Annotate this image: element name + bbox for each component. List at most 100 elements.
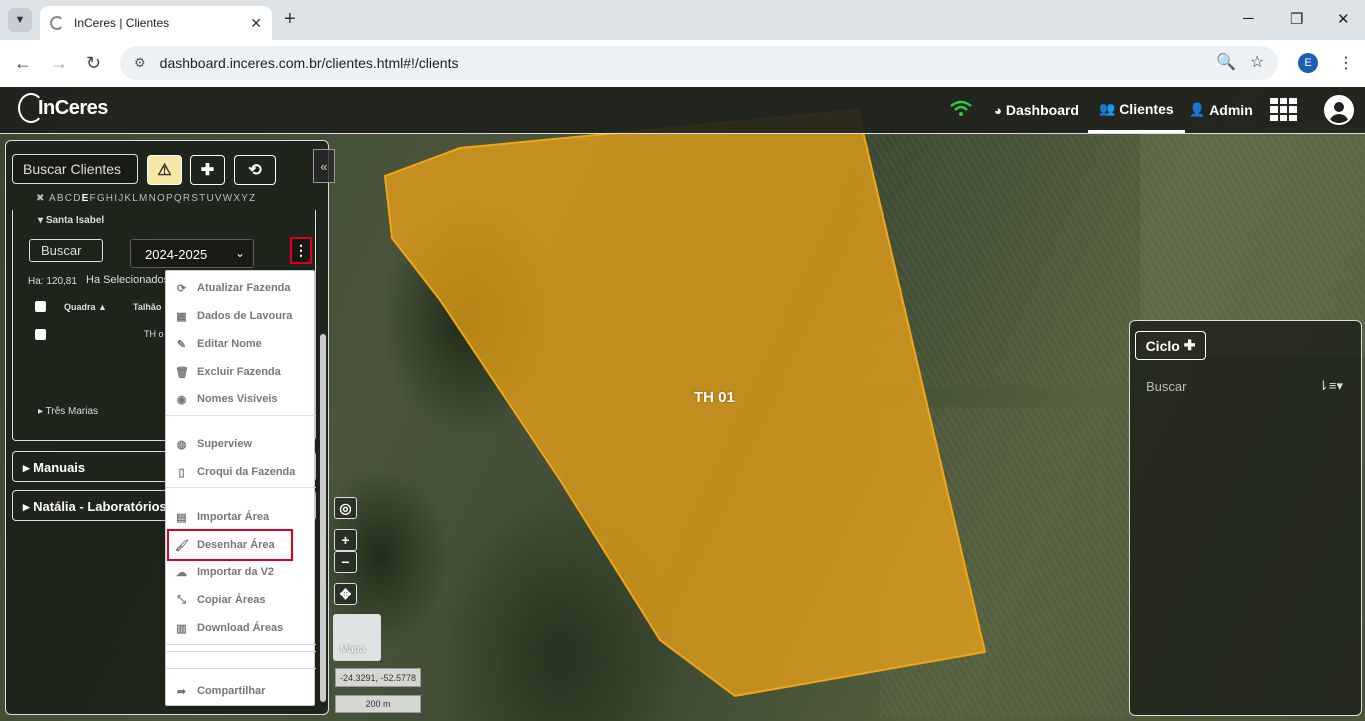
menu-item-croqui-da-fazenda[interactable]: ▯ Croqui da Fazenda bbox=[166, 460, 316, 484]
menu-item-superview[interactable]: ◍ Superview bbox=[166, 432, 316, 456]
row-checkbox[interactable] bbox=[35, 329, 46, 340]
user-account-icon[interactable] bbox=[1324, 95, 1354, 125]
refresh-icon: ⟳ bbox=[176, 282, 187, 295]
letter-filter[interactable]: G bbox=[97, 193, 106, 204]
menu-item-label: Compartilhar bbox=[197, 685, 266, 697]
chevron-down-icon: ⌄ bbox=[234, 246, 245, 260]
row-talhao: TH o bbox=[144, 329, 164, 339]
menu-item-compartilhar[interactable]: ➦ Compartilhar bbox=[166, 679, 316, 703]
app-navbar: InCeres ◕ Dashboard 👥 Clientes 👤 Admin bbox=[0, 87, 1365, 134]
menu-item-label: Nomes Visíveis bbox=[197, 393, 278, 405]
cycle-search-input[interactable]: Buscar bbox=[1146, 379, 1186, 394]
plus-icon: ✚ bbox=[200, 162, 215, 179]
nav-admin[interactable]: 👤 Admin bbox=[1189, 87, 1253, 133]
letter-filter[interactable]: U bbox=[206, 193, 214, 204]
add-cycle-button[interactable]: Ciclo ✚ bbox=[1135, 331, 1206, 360]
menu-item-desenhar-area[interactable]: 🖌 Desenhar Área bbox=[167, 529, 293, 561]
superview-icon: ◍ bbox=[176, 438, 187, 451]
user-plus-icon: 👤 bbox=[1189, 102, 1206, 117]
menu-item-label: Dados de Lavoura bbox=[197, 310, 293, 322]
compass-icon: ◎ bbox=[339, 499, 352, 516]
menu-item-label: Importar da V2 bbox=[197, 566, 275, 578]
letter-filter[interactable]: A bbox=[49, 193, 57, 204]
menu-item-atualizar-fazenda[interactable]: ⟳ Atualizar Fazenda bbox=[166, 276, 316, 300]
farm-options-menu: ⟳ Atualizar Fazenda ▦ Dados de Lavoura ✎ Edit… bbox=[165, 270, 316, 706]
col-talhao[interactable]: Talhão bbox=[133, 302, 161, 312]
season-select[interactable]: 2024-2025 ⌄ bbox=[130, 239, 254, 268]
farm-options-button[interactable]: ⋮ bbox=[290, 237, 312, 264]
letter-filter[interactable]: Q bbox=[174, 193, 183, 204]
sidebar-scrollbar[interactable] bbox=[320, 334, 326, 702]
letter-filter[interactable]: F bbox=[90, 193, 97, 204]
refresh-clients-button[interactable]: ⟲ bbox=[234, 155, 276, 185]
farm-search-input[interactable]: Buscar bbox=[29, 239, 103, 262]
zoom-out-button[interactable]: − bbox=[334, 551, 357, 573]
file-import-icon: ▤ bbox=[176, 511, 187, 524]
warning-icon: ⚠ bbox=[157, 162, 172, 179]
pencil-icon: ✎ bbox=[176, 338, 187, 351]
letter-filter[interactable]: R bbox=[183, 193, 191, 204]
alert-button[interactable]: ⚠ bbox=[147, 155, 182, 185]
letter-filter[interactable]: O bbox=[157, 193, 166, 204]
zoom-in-button[interactable]: + bbox=[334, 529, 357, 551]
menu-separator bbox=[166, 651, 316, 652]
menu-item-dados-de-lavoura[interactable]: ▦ Dados de Lavoura bbox=[166, 304, 316, 328]
cloud-upload-icon: ☁ bbox=[176, 566, 187, 579]
menu-item-label: Excluir Fazenda bbox=[197, 366, 281, 378]
menu-item-editar-nome[interactable]: ✎ Editar Nome bbox=[166, 332, 316, 356]
menu-item-copiar-areas[interactable]: ⤡ Copiar Áreas bbox=[166, 588, 316, 612]
scale-bar: 200 m bbox=[335, 695, 421, 713]
letter-filter[interactable]: W bbox=[223, 193, 234, 204]
sync-icon: ⟲ bbox=[248, 162, 262, 179]
menu-separator bbox=[166, 644, 316, 645]
letter-filter[interactable]: E bbox=[82, 193, 90, 204]
letter-filter[interactable]: Y bbox=[241, 193, 249, 204]
pan-button[interactable]: ✥ bbox=[334, 583, 357, 605]
compress-icon: ⤡ bbox=[177, 593, 186, 606]
sort-icon[interactable]: ⇂≡▾ bbox=[1318, 378, 1343, 394]
letter-filter[interactable]: V bbox=[215, 193, 223, 204]
move-arrows-icon: ✥ bbox=[339, 585, 352, 602]
menu-item-label: Download Áreas bbox=[197, 622, 284, 634]
menu-item-nomes-visiveis[interactable]: ◉ Nomes Visíveis bbox=[166, 387, 316, 411]
menu-item-label: Copiar Áreas bbox=[197, 594, 266, 606]
nav-dashboard[interactable]: ◕ Dashboard bbox=[994, 87, 1079, 133]
nav-clientes[interactable]: 👥 Clientes bbox=[1088, 87, 1185, 133]
eye-icon: ◉ bbox=[176, 393, 187, 406]
compass-button[interactable]: ◎ bbox=[334, 497, 357, 519]
letter-filter[interactable]: P bbox=[166, 193, 174, 204]
add-client-button[interactable]: ✚ bbox=[190, 155, 225, 185]
map-icon: ▯ bbox=[178, 466, 185, 479]
col-quadra[interactable]: Quadra ▲ bbox=[64, 302, 107, 312]
coordinates-readout: -24.3291, -52.5778 bbox=[335, 668, 421, 687]
basemap-toggle[interactable]: Mapa bbox=[333, 614, 381, 661]
menu-item-importar-area[interactable]: ▤ Importar Área bbox=[166, 505, 316, 529]
letter-filter[interactable]: S bbox=[191, 193, 199, 204]
farm-tres-marias[interactable]: ▸ Três Marias bbox=[38, 406, 98, 417]
letter-filter[interactable]: H bbox=[106, 193, 114, 204]
farm-santa-isabel[interactable]: ▾ Santa Isabel bbox=[38, 215, 104, 226]
letter-filter[interactable]: N bbox=[149, 193, 157, 204]
apps-grid-icon[interactable] bbox=[1270, 98, 1297, 121]
dashboard-icon: ◕ bbox=[994, 102, 1002, 118]
letter-filter[interactable]: M bbox=[139, 193, 149, 204]
letter-filter[interactable]: D bbox=[73, 193, 81, 204]
menu-item-label: Desenhar Área bbox=[197, 539, 275, 551]
clear-filter-icon[interactable]: ✖ bbox=[36, 193, 46, 204]
menu-separator bbox=[166, 487, 316, 488]
ha-selected: Ha Selecionados bbox=[86, 274, 170, 286]
menu-item-download-areas[interactable]: ▥ Download Áreas bbox=[166, 616, 316, 640]
letter-filter[interactable]: C bbox=[65, 193, 73, 204]
inceres-logo[interactable]: InCeres bbox=[18, 93, 108, 123]
letter-filter[interactable]: Z bbox=[249, 193, 256, 204]
select-all-checkbox[interactable] bbox=[35, 301, 46, 312]
menu-item-label: Importar Área bbox=[197, 511, 270, 523]
menu-item-label: Atualizar Fazenda bbox=[197, 282, 291, 294]
menu-item-importar-da-v2[interactable]: ☁ Importar da V2 bbox=[166, 560, 316, 584]
field-polygon-th01 bbox=[383, 108, 987, 698]
search-clients-input[interactable]: Buscar Clientes bbox=[12, 154, 138, 184]
letter-filter[interactable]: B bbox=[57, 193, 65, 204]
menu-item-excluir-fazenda[interactable]: 🗑 Excluir Fazenda bbox=[166, 360, 316, 384]
collapse-sidebar-button[interactable]: « bbox=[313, 149, 335, 183]
trash-icon: 🗑 bbox=[175, 366, 189, 379]
